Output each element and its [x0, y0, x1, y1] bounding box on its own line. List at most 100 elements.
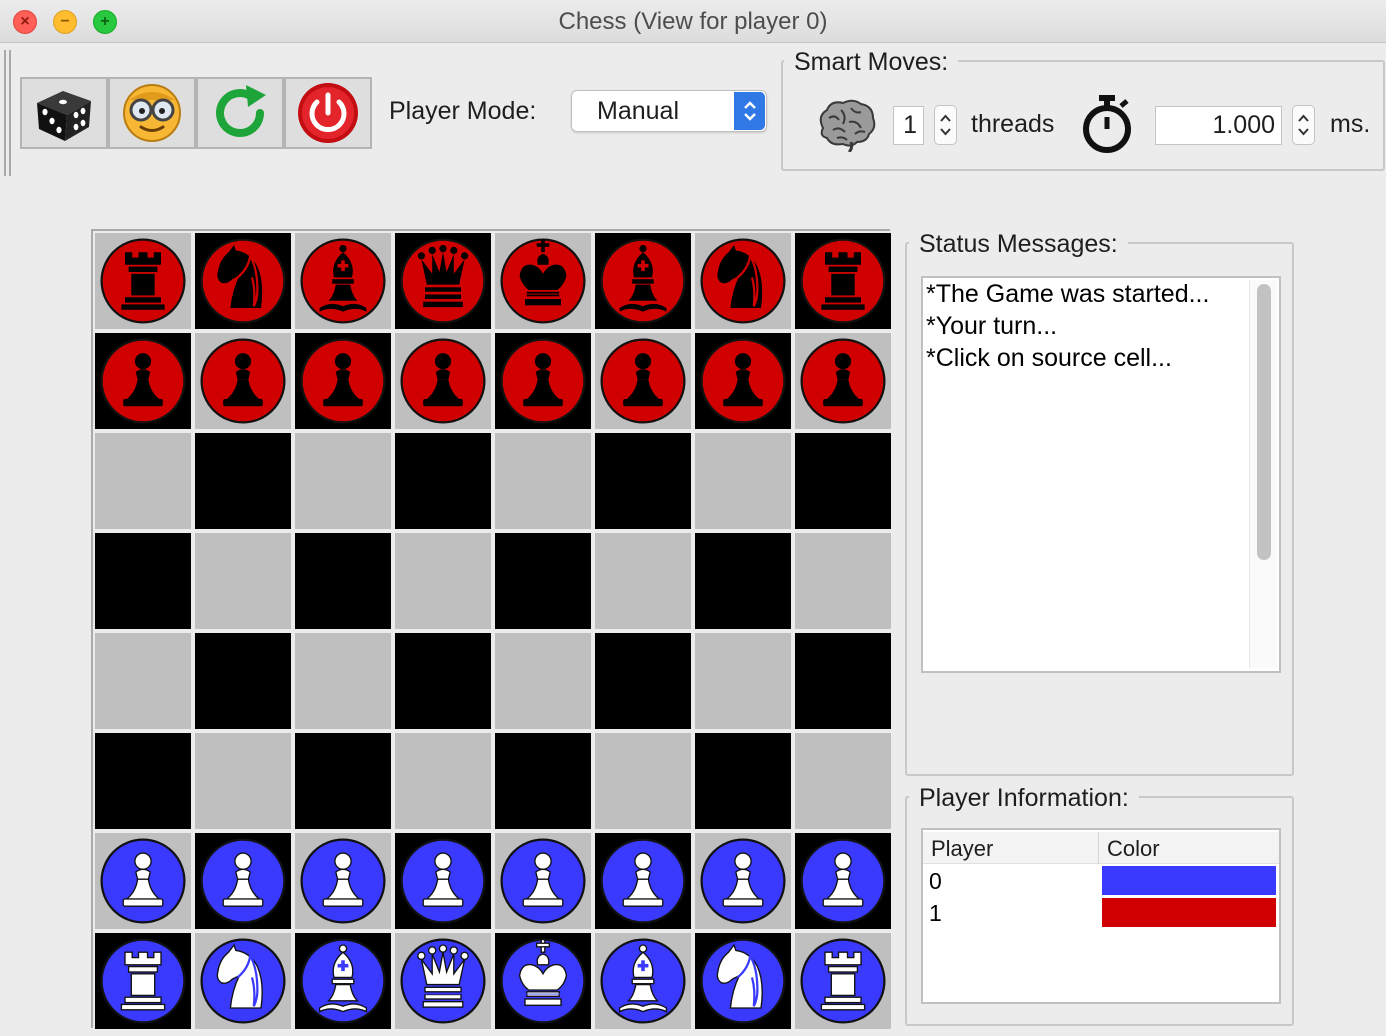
board-square[interactable] [693, 331, 793, 431]
player-column-header[interactable]: Player [923, 832, 1099, 864]
white-pawn-icon [600, 838, 686, 924]
board-square[interactable] [393, 831, 493, 931]
board-square[interactable] [93, 731, 193, 831]
board-square[interactable] [93, 931, 193, 1031]
board-square[interactable] [593, 531, 693, 631]
player-mode-label: Player Mode: [389, 97, 537, 125]
board-square[interactable] [393, 531, 493, 631]
board-square[interactable] [693, 631, 793, 731]
white-pawn-icon [100, 838, 186, 924]
board-square[interactable] [93, 331, 193, 431]
black-pawn-icon [200, 338, 286, 424]
board-square[interactable] [793, 531, 893, 631]
board-square[interactable] [393, 631, 493, 731]
board-square[interactable] [93, 831, 193, 931]
board-square[interactable] [493, 931, 593, 1031]
status-messages-title: Status Messages: [909, 230, 1128, 259]
stepper-arrows-icon [1298, 114, 1309, 136]
board-square[interactable] [293, 531, 393, 631]
change-view-button[interactable] [108, 77, 196, 149]
board-square[interactable] [693, 731, 793, 831]
board-square[interactable] [293, 731, 393, 831]
brain-icon [819, 99, 876, 152]
white-rook-icon [800, 938, 886, 1024]
board-square[interactable] [293, 331, 393, 431]
board-square[interactable] [193, 631, 293, 731]
board-square[interactable] [293, 231, 393, 331]
board-square[interactable] [693, 531, 793, 631]
threads-stepper[interactable] [934, 105, 957, 145]
board-square[interactable] [93, 431, 193, 531]
status-scrollbar[interactable] [1249, 280, 1277, 668]
board-square[interactable] [493, 431, 593, 531]
board-square[interactable] [193, 531, 293, 631]
restart-button[interactable] [196, 77, 284, 149]
color-column-header[interactable]: Color [1099, 832, 1279, 864]
time-limit-input[interactable]: 1.000 [1155, 106, 1282, 145]
exit-button[interactable] [284, 77, 372, 149]
board-square[interactable] [393, 231, 493, 331]
board-square[interactable] [193, 431, 293, 531]
board-square[interactable] [493, 731, 593, 831]
board-square[interactable] [293, 431, 393, 531]
board-square[interactable] [193, 231, 293, 331]
toolbar-grip[interactable] [4, 50, 11, 176]
black-pawn-icon [400, 338, 486, 424]
black-king-icon [500, 238, 586, 324]
black-rook-icon [100, 238, 186, 324]
board-square[interactable] [593, 731, 693, 831]
board-square[interactable] [493, 231, 593, 331]
board-square[interactable] [93, 231, 193, 331]
player-color-swatch [1102, 866, 1276, 895]
player-id-cell: 0 [929, 868, 942, 894]
board-square[interactable] [593, 931, 693, 1031]
board-square[interactable] [193, 831, 293, 931]
board-square[interactable] [393, 431, 493, 531]
board-square[interactable] [393, 731, 493, 831]
threads-input[interactable]: 1 [893, 106, 924, 145]
board-square[interactable] [493, 831, 593, 931]
player-mode-select[interactable]: Manual [571, 90, 767, 132]
board-square[interactable] [193, 931, 293, 1031]
board-square[interactable] [293, 831, 393, 931]
black-pawn-icon [500, 338, 586, 424]
board-square[interactable] [793, 231, 893, 331]
board-square[interactable] [493, 531, 593, 631]
board-square[interactable] [93, 531, 193, 631]
status-messages-area[interactable]: *The Game was started... *Your turn... *… [921, 276, 1281, 673]
board-square[interactable] [93, 631, 193, 731]
board-square[interactable] [493, 631, 593, 731]
board-square[interactable] [393, 931, 493, 1031]
power-icon [298, 83, 358, 143]
board-square[interactable] [693, 931, 793, 1031]
board-square[interactable] [793, 631, 893, 731]
time-limit-stepper[interactable] [1292, 105, 1315, 145]
status-message: *Click on source cell... [926, 344, 1172, 372]
board-square[interactable] [593, 831, 693, 931]
board-square[interactable] [193, 731, 293, 831]
board-square[interactable] [193, 331, 293, 431]
white-knight-icon [700, 938, 786, 1024]
board-square[interactable] [593, 231, 693, 331]
player-id-cell: 1 [929, 900, 942, 926]
board-square[interactable] [693, 831, 793, 931]
board-square[interactable] [793, 931, 893, 1031]
board-square[interactable] [293, 931, 393, 1031]
board-square[interactable] [293, 631, 393, 731]
status-message: *The Game was started... [926, 280, 1210, 308]
random-move-button[interactable] [20, 77, 108, 149]
black-knight-icon [200, 238, 286, 324]
board-square[interactable] [793, 731, 893, 831]
board-square[interactable] [593, 331, 693, 431]
board-square[interactable] [493, 331, 593, 431]
board-square[interactable] [593, 431, 693, 531]
board-square[interactable] [793, 831, 893, 931]
board-square[interactable] [793, 331, 893, 431]
board-square[interactable] [693, 431, 793, 531]
scrollbar-thumb[interactable] [1257, 284, 1271, 560]
board-square[interactable] [393, 331, 493, 431]
board-square[interactable] [693, 231, 793, 331]
board-square[interactable] [793, 431, 893, 531]
black-pawn-icon [700, 338, 786, 424]
board-square[interactable] [593, 631, 693, 731]
